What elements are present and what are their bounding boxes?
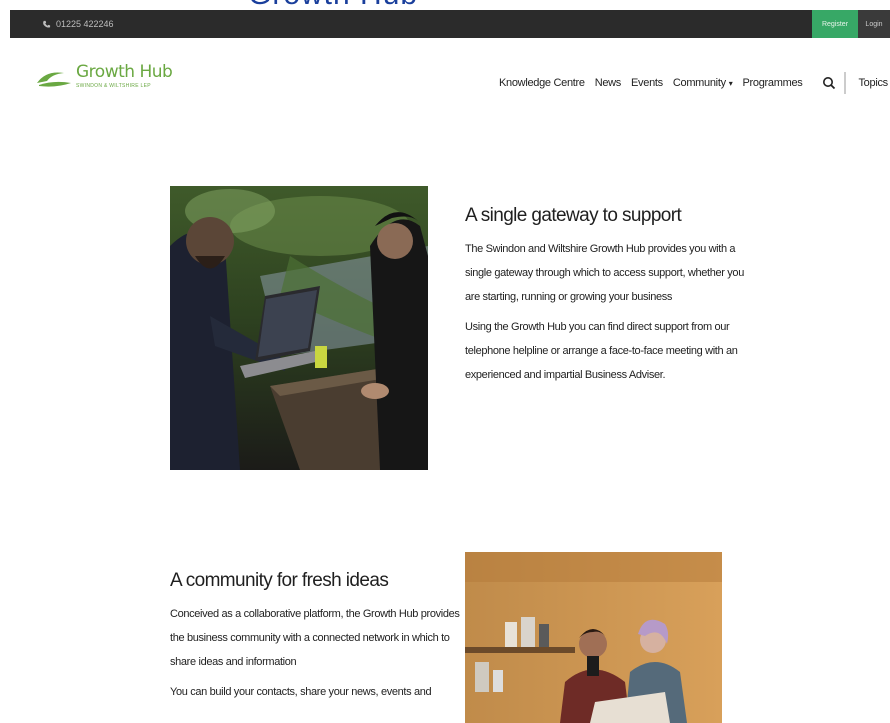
meeting-photo bbox=[170, 186, 428, 470]
register-button[interactable]: Register bbox=[812, 10, 858, 38]
section-paragraph: You can build your contacts, share your … bbox=[170, 686, 432, 698]
nav-events[interactable]: Events bbox=[631, 77, 663, 89]
section-paragraph: The Swindon and Wiltshire Growth Hub pro… bbox=[465, 243, 744, 303]
section-heading: A single gateway to support bbox=[465, 205, 682, 226]
search-icon[interactable] bbox=[822, 76, 836, 90]
topics-label: Topics bbox=[858, 77, 888, 89]
nav-news[interactable]: News bbox=[595, 77, 622, 89]
nav-knowledge-centre[interactable]: Knowledge Centre bbox=[499, 77, 585, 89]
page-title-fragment-clip: Growth Hub bbox=[0, 0, 890, 10]
single-gateway-section: A single gateway to support The Swindon … bbox=[465, 205, 755, 393]
section-paragraph: Using the Growth Hub you can find direct… bbox=[465, 321, 738, 381]
phone-icon bbox=[43, 20, 51, 28]
topics-menu-button[interactable]: Topics bbox=[858, 77, 890, 89]
phone-number[interactable]: 01225 422246 bbox=[42, 19, 114, 29]
phone-text: 01225 422246 bbox=[56, 19, 114, 29]
account-buttons: Register Login bbox=[812, 10, 890, 38]
logo-text: Growth Hub SWINDON & WILTSHIRE LEP bbox=[76, 62, 173, 90]
growth-hub-logo[interactable]: Growth Hub SWINDON & WILTSHIRE LEP bbox=[36, 62, 173, 90]
logo-subtitle: SWINDON & WILTSHIRE LEP bbox=[76, 83, 151, 89]
community-section: A community for fresh ideas Conceived as… bbox=[170, 570, 460, 710]
chevron-down-icon: ▾ bbox=[728, 78, 733, 88]
main-navigation: Knowledge Centre News Events Community ▾… bbox=[499, 72, 890, 94]
site-header: Growth Hub SWINDON & WILTSHIRE LEP Knowl… bbox=[0, 50, 890, 110]
nav-community-label: Community bbox=[672, 77, 726, 89]
nav-community[interactable]: Community ▾ bbox=[673, 77, 733, 89]
section-paragraph: Conceived as a collaborative platform, t… bbox=[170, 608, 460, 668]
section-heading: A community for fresh ideas bbox=[170, 570, 389, 591]
swoosh-logo-icon bbox=[37, 71, 71, 87]
logo-name: Growth Hub bbox=[76, 62, 173, 82]
nav-programmes[interactable]: Programmes bbox=[743, 77, 803, 89]
top-utility-bar: 01225 422246 Register Login bbox=[10, 10, 890, 38]
community-photo bbox=[465, 552, 722, 723]
page-title-fragment: Growth Hub bbox=[248, 0, 418, 10]
nav-divider bbox=[844, 72, 847, 94]
login-button[interactable]: Login bbox=[858, 10, 890, 38]
